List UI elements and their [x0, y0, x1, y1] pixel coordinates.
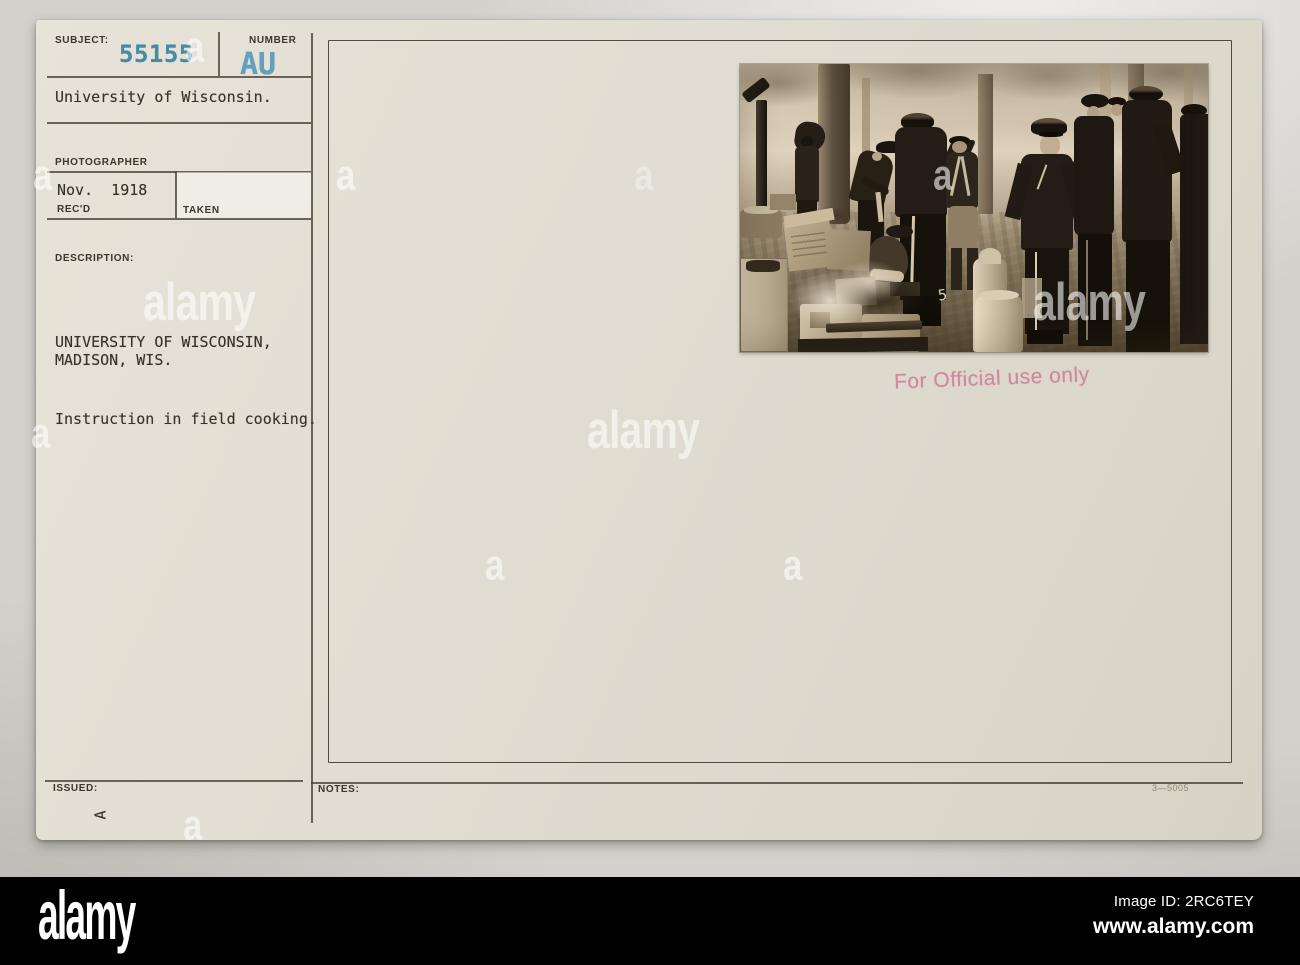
archive-photo: 5 [739, 63, 1209, 353]
alamy-watermark: a [185, 22, 205, 71]
alamy-watermark: a [634, 150, 654, 199]
issued-mark: A [91, 810, 110, 820]
notes-label: NOTES: [318, 784, 360, 795]
description-line: MADISON, WIS. [55, 351, 173, 369]
photographer-label: PHOTOGRAPHER [55, 157, 148, 168]
subject-label: SUBJECT: [55, 35, 109, 46]
alamy-url: www.alamy.com [1092, 915, 1254, 938]
alamy-stock-image-page: SUBJECT: 55155 NUMBER AU University of W… [0, 0, 1300, 965]
image-id: Image ID: 2RC6TEY [1113, 893, 1254, 910]
number-label: NUMBER [249, 35, 297, 46]
alamy-watermark: a [783, 540, 803, 589]
alamy-watermark: a [183, 800, 203, 849]
alamy-watermark: a [33, 150, 53, 199]
organization-line: University of Wisconsin. [55, 88, 272, 106]
image-id-block: Image ID: 2RC6TEY www.alamy.com [1093, 893, 1254, 939]
divider [47, 122, 311, 124]
alamy-watermark: a [31, 408, 51, 457]
received-date: Nov. 1918 [57, 181, 148, 199]
recd-label: REC'D [57, 204, 91, 215]
divider [311, 782, 1243, 784]
divider [218, 32, 220, 76]
subject-number: 55155 [119, 40, 194, 68]
alamy-logo: alamy [38, 878, 136, 955]
divider [47, 76, 311, 78]
description-line: Instruction in field cooking. [55, 410, 317, 428]
taken-label: TAKEN [183, 205, 220, 216]
alamy-watermark: a [485, 540, 505, 589]
description-label: DESCRIPTION: [55, 253, 134, 264]
description-line: UNIVERSITY OF WISCONSIN, [55, 333, 272, 351]
divider [311, 33, 313, 823]
alamy-footer-bar: alamy Image ID: 2RC6TEY www.alamy.com [0, 877, 1300, 965]
issued-label: ISSUED: [53, 783, 98, 794]
alamy-watermark: alamy [143, 272, 256, 332]
alamy-watermark: alamy [587, 400, 700, 460]
alamy-watermark: a [336, 150, 356, 199]
divider [47, 218, 311, 220]
divider [45, 780, 303, 782]
notes-code: 3—5005 [1152, 783, 1190, 793]
photo-vignette [740, 64, 1208, 352]
divider [175, 171, 177, 218]
